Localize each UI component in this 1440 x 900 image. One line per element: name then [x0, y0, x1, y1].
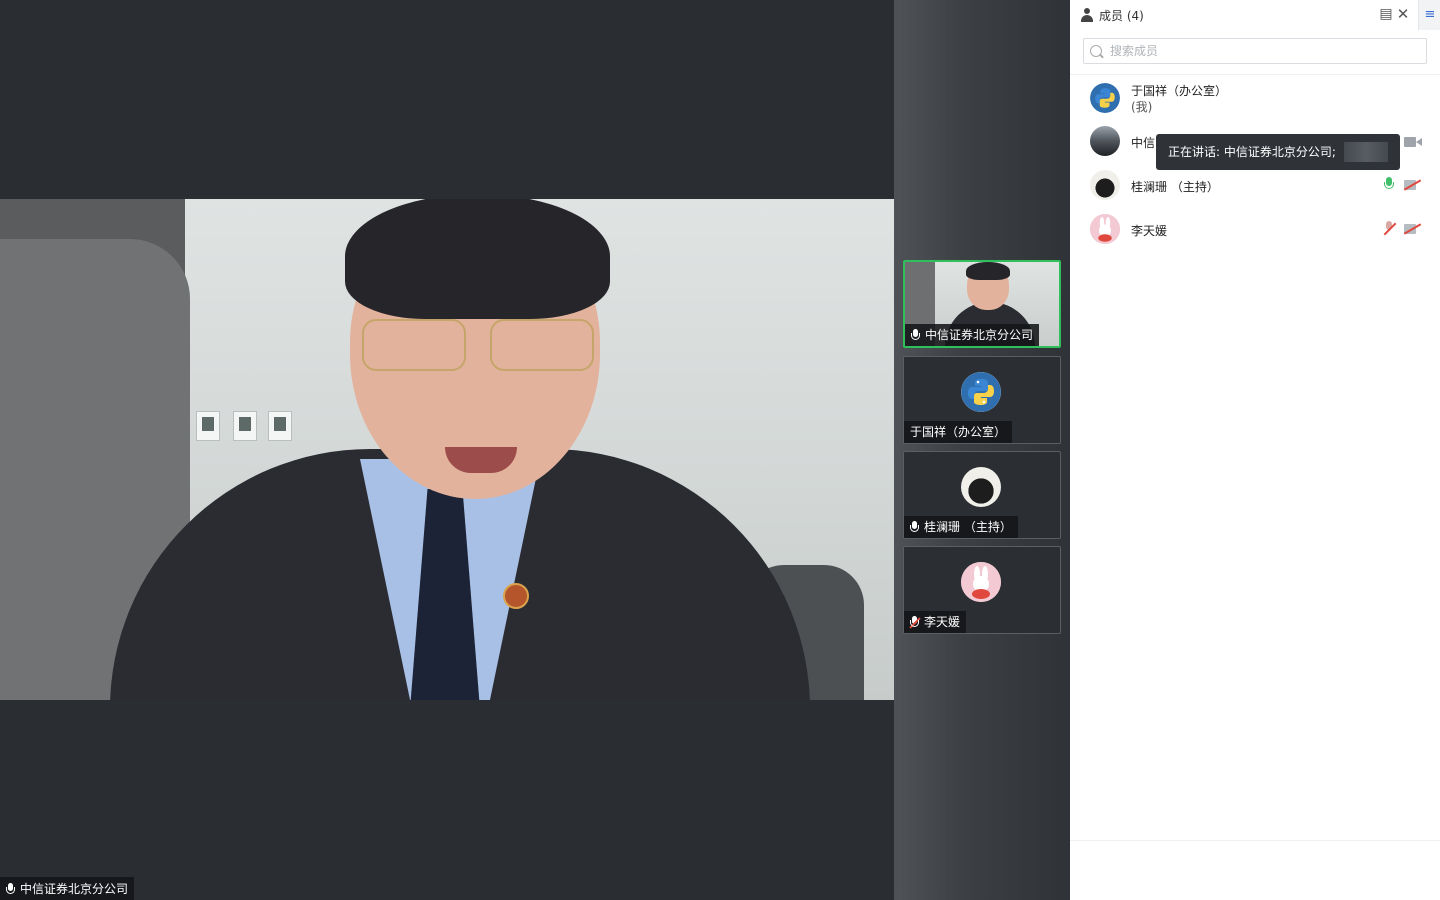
tile-name-tag: 桂澜珊 （主持） — [904, 516, 1018, 538]
speaker-hair — [345, 199, 610, 319]
python-logo-avatar — [1090, 83, 1120, 113]
camera-off-icon[interactable] — [1404, 179, 1422, 191]
python-logo-avatar — [961, 372, 1001, 412]
members-panel-header: 成员 (4) ▤ ✕ ≡ — [1070, 0, 1440, 30]
speaking-wave-icon — [1344, 142, 1388, 162]
tile-name: 李天媛 — [924, 615, 961, 629]
member-name: 李天媛 — [1131, 224, 1168, 238]
wall-switch — [233, 411, 257, 441]
gallery-tile-gui[interactable]: 桂澜珊 （主持） — [903, 451, 1061, 539]
bunny-avatar — [1090, 214, 1120, 244]
photo-avatar — [1090, 126, 1120, 156]
gallery-tile-citic[interactable]: 中信证券北京分公司 — [903, 260, 1061, 348]
camera-off-icon[interactable] — [1404, 223, 1422, 235]
menu-icon[interactable]: ≡ — [1418, 0, 1440, 30]
close-icon[interactable]: ✕ — [1395, 6, 1411, 22]
wall-switch — [196, 411, 220, 441]
member-search-box[interactable] — [1083, 38, 1427, 64]
member-search-input[interactable] — [1108, 43, 1426, 59]
tile-name-tag: 于国祥（办公室） — [904, 421, 1013, 443]
speaking-tooltip: 正在讲话: 中信证券北京分公司; — [1156, 134, 1400, 170]
tile-name: 中信证券北京分公司 — [925, 328, 1034, 342]
mic-icon — [6, 882, 15, 895]
main-video-feed[interactable] — [0, 199, 894, 700]
mic-on-icon[interactable] — [1382, 177, 1396, 193]
gallery-tile-li[interactable]: 李天媛 — [903, 546, 1061, 634]
tile-name: 桂澜珊 （主持） — [924, 520, 1012, 534]
tile-name-tag: 中信证券北京分公司 — [905, 324, 1040, 346]
main-speaker-name-tag: 中信证券北京分公司 — [0, 877, 135, 900]
pin-icon[interactable]: ▤ — [1378, 6, 1394, 22]
main-video-stage: 中信证券北京分公司 — [0, 0, 894, 900]
speaker-lapel-pin — [503, 583, 529, 609]
list-divider — [1070, 74, 1440, 75]
tile-name-tag: 李天媛 — [904, 611, 967, 633]
participant-gallery: 中信证券北京分公司 于国祥（办公室） 桂澜珊 （主持） 李天媛 — [894, 0, 1070, 900]
member-name: 于国祥（办公室） — [1131, 84, 1228, 98]
speaking-tooltip-text: 正在讲话: 中信证券北京分公司; — [1168, 145, 1336, 159]
mic-icon — [911, 329, 920, 341]
tile-name: 于国祥（办公室） — [910, 425, 1007, 439]
members-panel-title: 成员 (4) — [1099, 8, 1144, 23]
main-speaker-name: 中信证券北京分公司 — [20, 881, 129, 896]
mic-muted-icon — [909, 616, 921, 629]
bunny-avatar — [961, 562, 1001, 602]
cat-avatar — [961, 467, 1001, 507]
person-icon — [1080, 8, 1094, 22]
member-name: 中信 — [1131, 136, 1156, 150]
member-row[interactable]: 桂澜珊 （主持） — [1090, 164, 1430, 204]
member-self-tag: (我) — [1131, 100, 1153, 114]
gallery-tile-yu[interactable]: 于国祥（办公室） — [903, 356, 1061, 444]
member-name: 桂澜珊 （主持） — [1131, 180, 1219, 194]
speaker-glasses — [362, 319, 594, 371]
cat-avatar — [1090, 170, 1120, 200]
search-icon — [1090, 45, 1102, 57]
wall-switch — [268, 411, 292, 441]
member-row[interactable]: 李天媛 — [1090, 208, 1430, 248]
member-row[interactable]: 于国祥（办公室） (我) — [1090, 77, 1430, 117]
mic-muted-icon[interactable] — [1382, 221, 1396, 237]
mic-icon — [910, 521, 919, 533]
panel-footer-divider — [1070, 840, 1440, 841]
camera-on-icon[interactable] — [1404, 136, 1422, 148]
